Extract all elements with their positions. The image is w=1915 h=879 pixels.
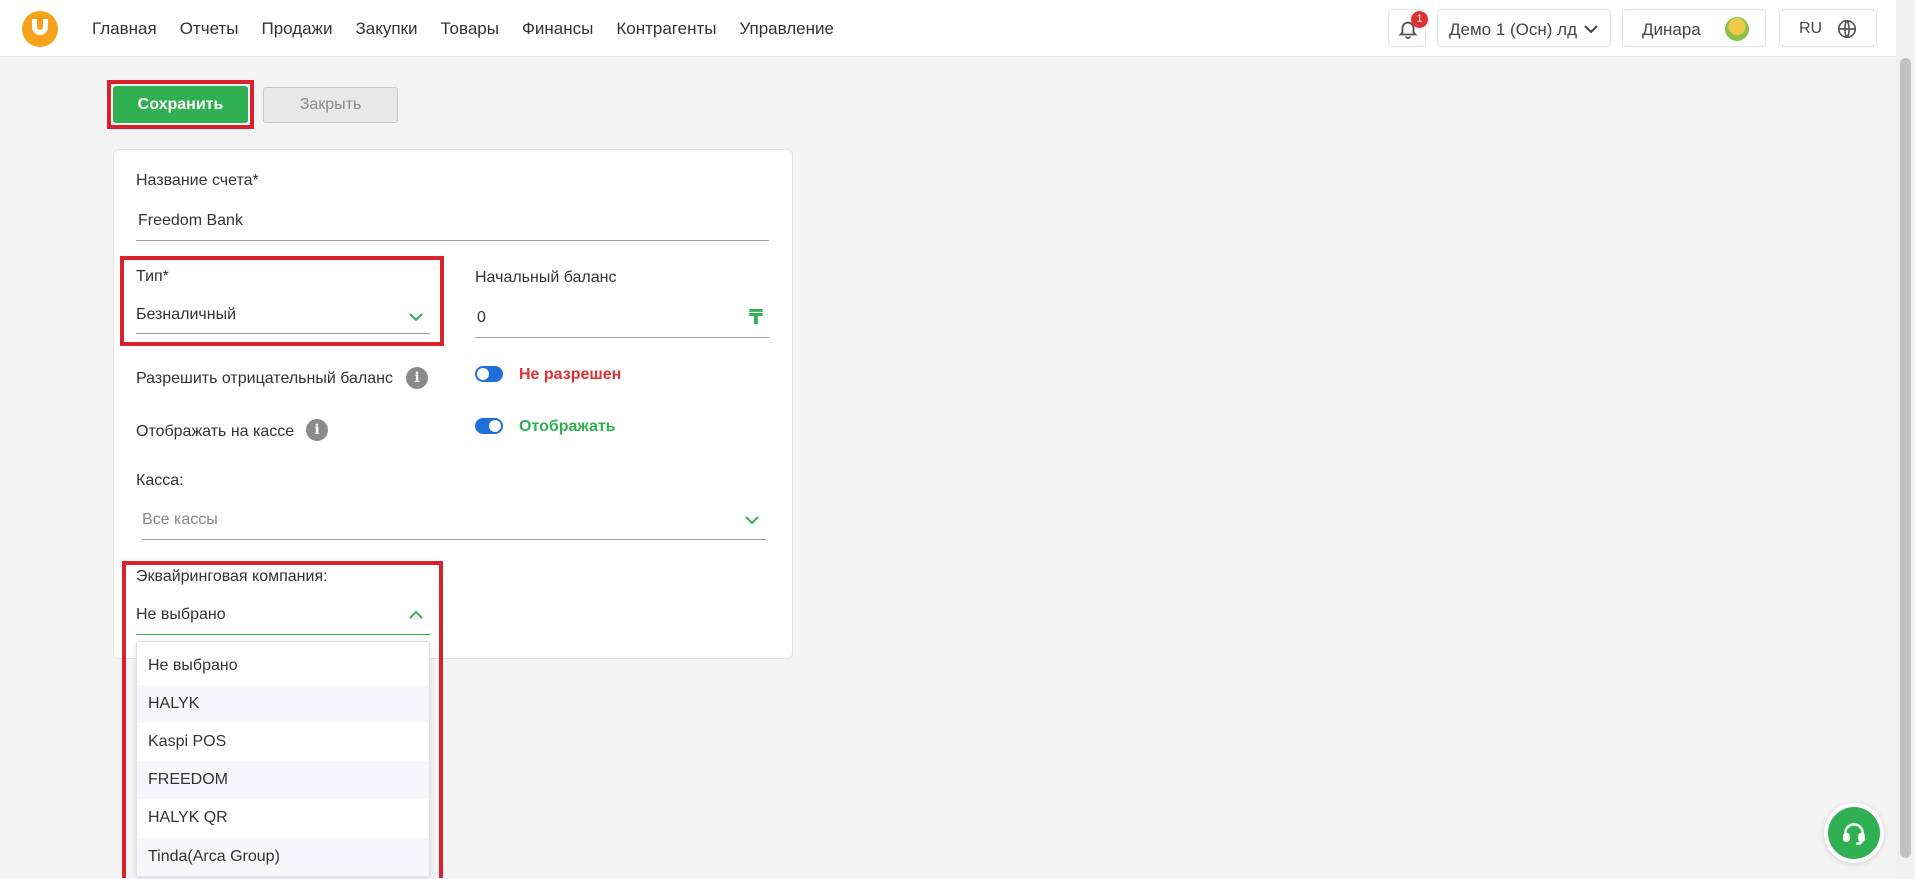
language-select[interactable]: RU: [1779, 9, 1877, 47]
info-icon[interactable]: i: [306, 419, 328, 441]
acquiring-dropdown: Не выбрано HALYK Kaspi POS FREEDOM HALYK…: [136, 641, 430, 877]
chevron-up-icon: [409, 610, 423, 619]
initial-balance-underline: [475, 337, 769, 338]
globe-icon: [1837, 19, 1857, 39]
acquiring-option[interactable]: Tinda(Arca Group): [137, 838, 429, 876]
notification-badge: 1: [1411, 11, 1428, 28]
type-underline: [136, 333, 430, 334]
acquiring-underline: [136, 634, 430, 635]
close-button[interactable]: Закрыть: [263, 87, 398, 123]
info-icon[interactable]: i: [406, 367, 428, 389]
chevron-down-icon: [745, 516, 759, 525]
user-name: Динара: [1642, 20, 1701, 39]
nav-item-finance[interactable]: Финансы: [522, 19, 593, 39]
account-name-underline: [136, 240, 769, 241]
allow-negative-status: Не разрешен: [519, 366, 622, 383]
acquiring-option[interactable]: Не выбрано: [137, 647, 429, 685]
show-at-register-toggle[interactable]: [475, 418, 503, 434]
top-bar: Главная Отчеты Продажи Закупки Товары Фи…: [0, 0, 1896, 57]
page-scrollbar[interactable]: [1896, 0, 1915, 879]
nav-item-reports[interactable]: Отчеты: [180, 19, 239, 39]
main-nav: Главная Отчеты Продажи Закупки Товары Фи…: [92, 0, 857, 57]
avatar: [1725, 17, 1749, 41]
company-name: Демо 1 (Осн) лд: [1449, 20, 1578, 39]
acquiring-label: Эквайринговая компания:: [136, 568, 328, 585]
acquiring-option[interactable]: FREEDOM: [137, 761, 429, 799]
allow-negative-label: Разрешить отрицательный баланс: [136, 370, 393, 387]
acquiring-option[interactable]: HALYK QR: [137, 799, 429, 837]
chevron-down-icon: [1584, 25, 1598, 34]
nav-item-management[interactable]: Управление: [739, 19, 834, 39]
acquiring-option[interactable]: Kaspi POS: [137, 723, 429, 761]
account-name-input[interactable]: Freedom Bank: [138, 212, 243, 230]
nav-item-home[interactable]: Главная: [92, 19, 157, 39]
scrollbar-thumb[interactable]: [1900, 58, 1911, 858]
chevron-down-icon: [409, 313, 423, 322]
initial-balance-input[interactable]: 0: [477, 309, 486, 327]
register-label: Касса:: [136, 472, 184, 489]
company-select[interactable]: Демо 1 (Осн) лд: [1437, 9, 1611, 47]
register-select[interactable]: Все кассы: [142, 511, 218, 529]
headset-icon: [1843, 823, 1865, 846]
initial-balance-label: Начальный баланс: [475, 269, 617, 286]
support-button[interactable]: [1824, 803, 1884, 863]
notifications-button[interactable]: 1: [1388, 9, 1428, 47]
language-code: RU: [1799, 20, 1823, 37]
account-name-label: Название счета*: [136, 172, 259, 189]
acquiring-option[interactable]: HALYK: [137, 685, 429, 723]
nav-item-counterparties[interactable]: Контрагенты: [616, 19, 716, 39]
acquiring-select[interactable]: Не выбрано: [136, 606, 226, 624]
register-underline: [142, 539, 766, 540]
type-label: Тип*: [136, 268, 169, 285]
nav-item-products[interactable]: Товары: [440, 19, 498, 39]
show-at-register-status: Отображать: [519, 418, 616, 435]
tenge-icon: ₸: [749, 307, 763, 329]
nav-item-sales[interactable]: Продажи: [261, 19, 332, 39]
logo-icon[interactable]: [22, 11, 58, 47]
show-at-register-label: Отображать на кассе: [136, 423, 295, 440]
nav-item-purchases[interactable]: Закупки: [355, 19, 417, 39]
user-menu[interactable]: Динара: [1622, 9, 1766, 47]
type-select[interactable]: Безналичный: [136, 306, 236, 324]
allow-negative-toggle[interactable]: [475, 366, 503, 382]
save-button[interactable]: Сохранить: [113, 86, 248, 123]
